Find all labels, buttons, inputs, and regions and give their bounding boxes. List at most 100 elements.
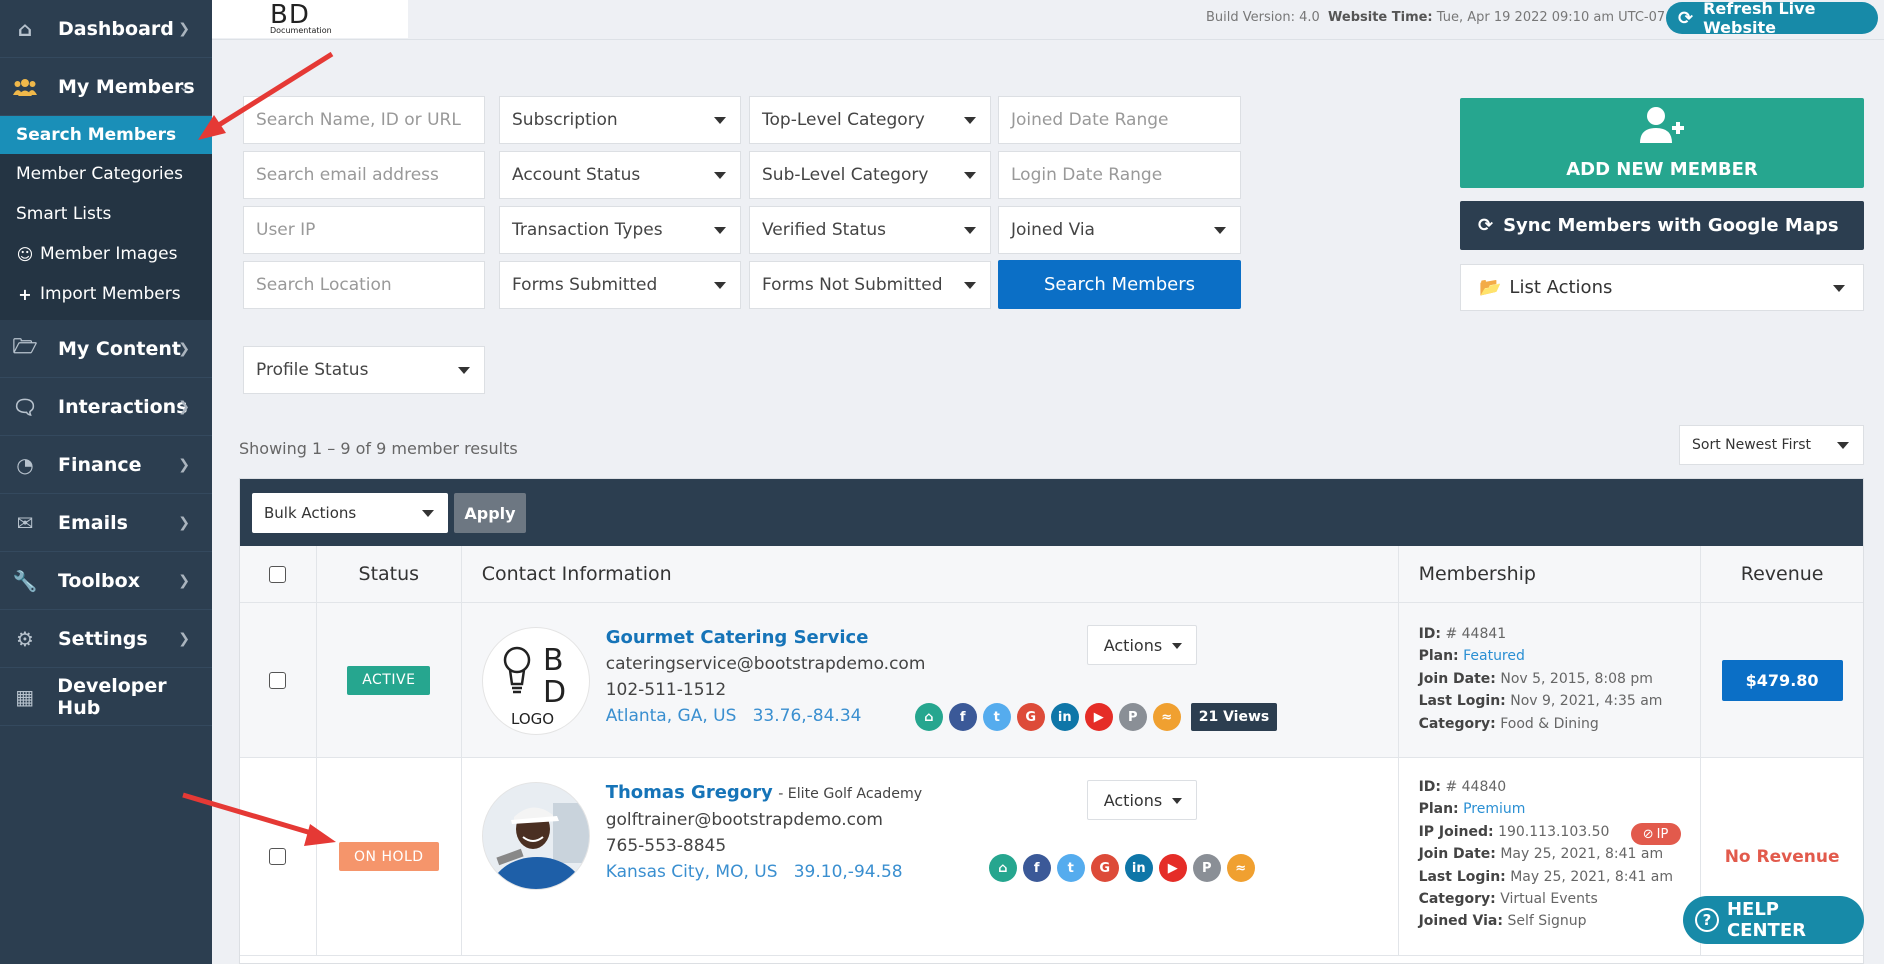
- question-icon: ?: [1695, 908, 1719, 932]
- user-ip-input[interactable]: User IP: [243, 206, 485, 254]
- login-date-range-input[interactable]: Login Date Range: [998, 151, 1241, 199]
- chevron-right-icon: ❯: [178, 630, 190, 647]
- linkedin-icon[interactable]: in: [1124, 854, 1153, 882]
- search-email-input[interactable]: Search email address: [243, 151, 485, 199]
- nav-finance[interactable]: ◔ Finance ❯: [0, 436, 212, 494]
- account-status-select[interactable]: Account Status: [499, 151, 741, 199]
- sub-import-members[interactable]: + Import Members: [0, 274, 212, 314]
- sort-select[interactable]: Sort Newest First: [1679, 425, 1864, 465]
- avatar[interactable]: [481, 782, 590, 890]
- status-badge[interactable]: ACTIVE: [347, 665, 431, 695]
- top-level-category-select[interactable]: Top-Level Category: [749, 96, 991, 144]
- nav-interactions[interactable]: 🗨 Interactions ❯: [0, 378, 212, 436]
- user-ip-placeholder: User IP: [256, 220, 316, 240]
- member-name-line: Gourmet Catering Service: [606, 625, 926, 651]
- website-time-label: Website Time:: [1328, 10, 1433, 25]
- contact-info: Thomas Gregory - Elite Golf Academy golf…: [606, 780, 922, 885]
- sub-search-members[interactable]: Search Members: [0, 116, 212, 154]
- sub-member-images-label: Member Images: [40, 244, 178, 264]
- rss-icon[interactable]: ≈: [1226, 854, 1255, 882]
- nav-dashboard[interactable]: ⌂ Dashboard ❯: [0, 0, 212, 58]
- bd-logo-image: B D LOGO: [503, 643, 566, 728]
- forms-submitted-label: Forms Submitted: [512, 275, 658, 295]
- caret-down-icon: [458, 367, 470, 374]
- header-select-all: [240, 546, 317, 602]
- twitter-icon[interactable]: t: [1056, 854, 1085, 882]
- nav-toolbox[interactable]: 🔧 Toolbox ❯: [0, 552, 212, 610]
- google-plus-icon[interactable]: G: [1090, 854, 1119, 882]
- subscription-select[interactable]: Subscription: [499, 96, 741, 144]
- nav-emails[interactable]: ✉ Emails ❯: [0, 494, 212, 552]
- forms-submitted-select[interactable]: Forms Submitted: [499, 261, 741, 309]
- verified-status-select[interactable]: Verified Status: [749, 206, 991, 254]
- meta-plan-value[interactable]: Premium: [1463, 801, 1525, 817]
- sub-level-category-select[interactable]: Sub-Level Category: [749, 151, 991, 199]
- meta-plan-value[interactable]: Featured: [1463, 648, 1525, 664]
- rss-icon[interactable]: ≈: [1152, 703, 1181, 731]
- website-time: Website Time: Tue, Apr 19 2022 09:10 am …: [1328, 10, 1686, 25]
- transaction-types-select[interactable]: Transaction Types: [499, 206, 741, 254]
- select-all-checkbox[interactable]: [269, 565, 287, 583]
- nav-my-members[interactable]: My Members ⌄: [0, 58, 212, 116]
- joined-via-select[interactable]: Joined Via: [998, 206, 1241, 254]
- social-links: ⌂ f t G in ▶ P ≈: [988, 854, 1255, 882]
- status-badge[interactable]: ON HOLD: [339, 842, 439, 871]
- caret-down-icon: [1171, 643, 1182, 649]
- sync-google-maps-button[interactable]: ⟳ Sync Members with Google Maps: [1460, 201, 1864, 250]
- google-plus-icon[interactable]: G: [1016, 703, 1045, 731]
- search-location-input[interactable]: Search Location: [243, 261, 485, 309]
- row-checkbox[interactable]: [269, 671, 287, 689]
- caret-down-icon: [964, 172, 976, 179]
- facebook-icon[interactable]: f: [948, 703, 977, 731]
- actions-label: Actions: [1103, 635, 1163, 655]
- nav-finance-label: Finance: [58, 453, 142, 476]
- joined-date-range-input[interactable]: Joined Date Range: [998, 96, 1241, 144]
- actions-dropdown[interactable]: Actions: [1086, 780, 1197, 820]
- revenue-button[interactable]: $479.80: [1721, 659, 1843, 701]
- home-icon[interactable]: ⌂: [988, 854, 1017, 882]
- youtube-icon[interactable]: ▶: [1158, 854, 1187, 882]
- sub-smart-lists[interactable]: Smart Lists: [0, 194, 212, 234]
- meta-ip-value: 190.113.103.50: [1498, 823, 1610, 840]
- member-location[interactable]: Kansas City, MO, US 39.10,-94.58: [606, 859, 922, 885]
- member-name-link[interactable]: Gourmet Catering Service: [606, 627, 869, 648]
- profile-status-select[interactable]: Profile Status: [243, 346, 485, 394]
- refresh-live-website-button[interactable]: ⟳ Refresh Live Website: [1666, 0, 1878, 37]
- member-email[interactable]: golftrainer@bootstrapdemo.com: [606, 807, 922, 833]
- member-email[interactable]: cateringservice@bootstrapdemo.com: [606, 651, 926, 677]
- member-name-link[interactable]: Thomas Gregory: [606, 782, 773, 803]
- top-level-category-label: Top-Level Category: [762, 110, 925, 130]
- chevron-right-icon: ❯: [178, 398, 190, 415]
- help-center-button[interactable]: ? HELP CENTER: [1683, 896, 1864, 944]
- list-actions-dropdown[interactable]: 📂 List Actions: [1460, 264, 1864, 311]
- member-company[interactable]: - Elite Golf Academy: [778, 786, 922, 802]
- forms-not-submitted-select[interactable]: Forms Not Submitted: [749, 261, 991, 309]
- meta-category-label: Category:: [1418, 891, 1496, 908]
- member-location[interactable]: Atlanta, GA, US 33.76,-84.34: [606, 703, 926, 729]
- nav-settings[interactable]: ⚙ Settings ❯: [0, 610, 212, 668]
- search-name-input[interactable]: Search Name, ID or URL: [243, 96, 485, 144]
- contact-info: Gourmet Catering Service cateringservice…: [606, 625, 926, 729]
- facebook-icon[interactable]: f: [1022, 854, 1051, 882]
- bulk-actions-select[interactable]: Bulk Actions: [252, 493, 448, 533]
- nav-my-content[interactable]: 🗁 My Content ❯: [0, 320, 212, 378]
- sort-label: Sort Newest First: [1692, 437, 1811, 453]
- row-checkbox[interactable]: [269, 848, 287, 865]
- pinterest-icon[interactable]: P: [1192, 854, 1221, 882]
- home-icon[interactable]: ⌂: [914, 703, 943, 731]
- add-new-member-button[interactable]: ADD NEW MEMBER: [1460, 98, 1864, 188]
- apply-button[interactable]: Apply: [454, 493, 526, 533]
- sub-member-categories[interactable]: Member Categories: [0, 154, 212, 194]
- sub-member-images[interactable]: ☺ Member Images: [0, 234, 212, 274]
- twitter-icon[interactable]: t: [982, 703, 1011, 731]
- nav-developer-hub[interactable]: ▦ Developer Hub: [0, 668, 212, 726]
- ip-ban-badge[interactable]: ⊘ IP: [1630, 823, 1681, 845]
- site-logo[interactable]: BD Documentation: [212, 0, 408, 38]
- search-members-button[interactable]: Search Members: [998, 260, 1241, 309]
- youtube-icon[interactable]: ▶: [1084, 703, 1113, 731]
- avatar[interactable]: B D LOGO: [481, 627, 590, 735]
- pinterest-icon[interactable]: P: [1118, 703, 1147, 731]
- refresh-icon: ⟳: [1478, 215, 1494, 236]
- actions-dropdown[interactable]: Actions: [1086, 625, 1197, 665]
- linkedin-icon[interactable]: in: [1050, 703, 1079, 731]
